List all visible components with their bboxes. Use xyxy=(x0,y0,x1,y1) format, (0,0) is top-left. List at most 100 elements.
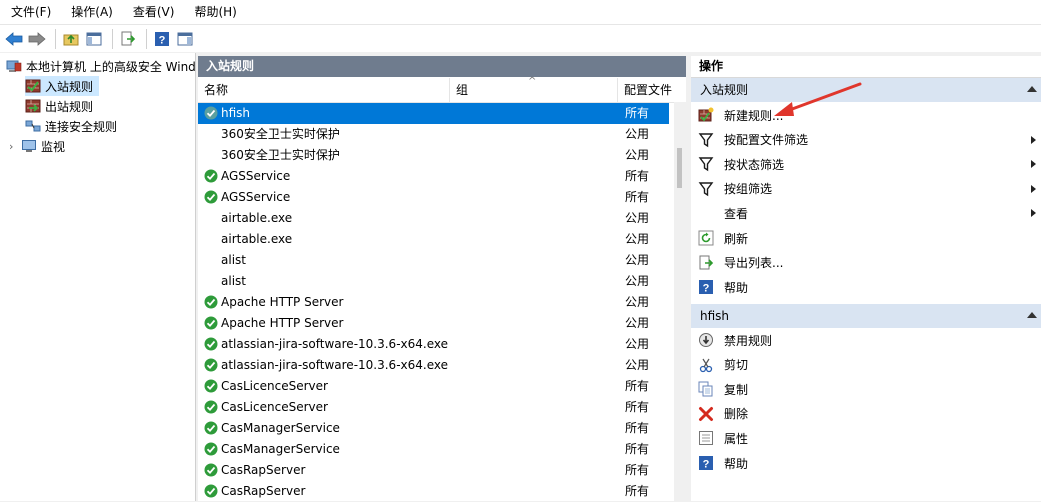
rule-enabled-check-icon xyxy=(204,400,218,414)
rule-profile: 公用 xyxy=(625,148,650,162)
up-folder-icon[interactable] xyxy=(61,29,81,49)
table-row[interactable]: AGSService 所有 xyxy=(198,166,669,187)
back-arrow-icon[interactable] xyxy=(4,29,24,49)
table-row[interactable]: airtable.exe 公用 xyxy=(198,208,669,229)
rule-profile: 所有 xyxy=(625,169,650,183)
show-hide-action-pane-icon[interactable] xyxy=(175,29,195,49)
rule-name: airtable.exe xyxy=(221,232,293,246)
svg-text:?: ? xyxy=(703,459,710,471)
rule-profile: 所有 xyxy=(625,106,650,120)
table-row[interactable]: alist 公用 xyxy=(198,271,669,292)
forward-arrow-icon[interactable] xyxy=(27,29,47,49)
collapse-icon[interactable] xyxy=(1027,312,1037,318)
column-header-name[interactable]: 名称 xyxy=(198,78,450,102)
expand-chevron-icon[interactable]: › xyxy=(9,140,21,153)
rule-name: 360安全卫士实时保护 xyxy=(221,148,340,162)
table-row[interactable]: CasManagerService 所有 xyxy=(198,439,669,460)
section-header-inbound-rules[interactable]: 入站规则 xyxy=(691,78,1041,102)
action-item[interactable]: ? 帮助 xyxy=(691,451,1041,475)
table-row[interactable]: 360安全卫士实时保护 公用 xyxy=(198,145,669,166)
rule-name: hfish xyxy=(221,106,251,120)
copy-icon xyxy=(698,381,714,397)
table-row[interactable]: atlassian-jira-software-10.3.6-x64.exe 公用 xyxy=(198,355,669,376)
rule-profile: 公用 xyxy=(625,211,650,225)
column-header-group[interactable]: 组 ^ xyxy=(450,76,618,102)
rule-name: alist xyxy=(221,253,246,267)
rule-name: airtable.exe xyxy=(221,211,293,225)
pane-title: 入站规则 xyxy=(198,56,686,77)
action-item[interactable]: 属性 xyxy=(691,426,1041,450)
action-label: 按状态筛选 xyxy=(724,157,785,172)
action-item[interactable]: 复制 xyxy=(691,377,1041,401)
rule-name: CasManagerService xyxy=(221,421,340,435)
table-row[interactable]: alist 公用 xyxy=(198,250,669,271)
menu-action[interactable]: 操作(A) xyxy=(60,0,122,24)
help-icon[interactable]: ? xyxy=(152,29,172,49)
action-item[interactable]: 查看 xyxy=(691,201,1041,225)
actions-title: 操作 xyxy=(691,56,1041,78)
vertical-scrollbar[interactable] xyxy=(674,102,686,501)
annotation-arrow-icon xyxy=(774,82,862,116)
table-row[interactable]: atlassian-jira-software-10.3.6-x64.exe 公用 xyxy=(198,334,669,355)
scrollbar-thumb[interactable] xyxy=(677,148,682,188)
action-item[interactable]: ? 帮助 xyxy=(691,275,1041,299)
action-label: 刷新 xyxy=(724,231,749,246)
table-row[interactable]: Apache HTTP Server 公用 xyxy=(198,292,669,313)
rule-name: Apache HTTP Server xyxy=(221,295,344,309)
table-row[interactable]: hfish 所有 xyxy=(198,103,669,124)
action-item[interactable]: 禁用规则 xyxy=(691,328,1041,352)
menu-view[interactable]: 查看(V) xyxy=(122,0,184,24)
menu-help[interactable]: 帮助(H) xyxy=(183,0,245,24)
refresh-icon xyxy=(698,230,714,246)
table-row[interactable]: 360安全卫士实时保护 公用 xyxy=(198,124,669,145)
tree-item-inbound-rules[interactable]: 入站规则 xyxy=(25,76,99,96)
properties-icon xyxy=(698,430,714,446)
table-row[interactable]: airtable.exe 公用 xyxy=(198,229,669,250)
action-item[interactable]: 删除 xyxy=(691,402,1041,426)
tree-item-monitoring[interactable]: › 监视 xyxy=(9,136,65,156)
tree-item-connection-security-rules[interactable]: 连接安全规则 xyxy=(25,116,117,136)
rule-name: CasLicenceServer xyxy=(221,379,328,393)
tree-item-outbound-rules[interactable]: 出站规则 xyxy=(25,96,93,116)
table-row[interactable]: CasLicenceServer 所有 xyxy=(198,376,669,397)
collapse-icon[interactable] xyxy=(1027,86,1037,92)
tree-root-label: 本地计算机 上的高级安全 Windows Defender 防火墙 xyxy=(26,59,195,74)
action-item[interactable]: 按组筛选 xyxy=(691,177,1041,201)
column-header-profile[interactable]: 配置文件 xyxy=(618,78,674,102)
rule-enabled-check-icon xyxy=(204,463,218,477)
rule-profile: 所有 xyxy=(625,442,650,456)
disable-rule-icon xyxy=(698,332,714,348)
monitoring-icon xyxy=(22,140,36,152)
action-item[interactable]: 导出列表... xyxy=(691,251,1041,275)
section-header-hfish[interactable]: hfish xyxy=(691,304,1041,328)
table-row[interactable]: CasManagerService 所有 xyxy=(198,418,669,439)
show-hide-tree-icon[interactable] xyxy=(84,29,104,49)
toolbar: ? xyxy=(0,24,1041,52)
rule-name: Apache HTTP Server xyxy=(221,316,344,330)
action-label: 复制 xyxy=(724,382,749,397)
new-rule-icon xyxy=(698,107,714,123)
table-row[interactable]: AGSService 所有 xyxy=(198,187,669,208)
table-row[interactable]: CasRapServer 所有 xyxy=(198,460,669,481)
table-row[interactable]: Apache HTTP Server 公用 xyxy=(198,313,669,334)
rule-enabled-check-icon xyxy=(204,442,218,456)
rule-profile: 公用 xyxy=(625,253,650,267)
tree-root-firewall[interactable]: 本地计算机 上的高级安全 Windows Defender 防火墙 xyxy=(6,56,195,76)
action-item[interactable]: 按状态筛选 xyxy=(691,152,1041,176)
export-list-icon[interactable] xyxy=(118,29,138,49)
action-item[interactable]: 刷新 xyxy=(691,226,1041,250)
menu-file[interactable]: 文件(F) xyxy=(0,0,60,24)
action-item[interactable]: 按配置文件筛选 xyxy=(691,128,1041,152)
rule-profile: 公用 xyxy=(625,295,650,309)
rule-profile: 所有 xyxy=(625,484,650,498)
table-row[interactable]: CasLicenceServer 所有 xyxy=(198,397,669,418)
rules-list-pane: 入站规则 名称 组 ^ 配置文件 hfish 所有 360安全卫士实时保护 公用 360… xyxy=(198,56,686,501)
action-item[interactable]: 新建规则... xyxy=(691,103,1041,127)
action-item[interactable]: 剪切 xyxy=(691,353,1041,377)
rule-name: atlassian-jira-software-10.3.6-x64.exe xyxy=(221,358,448,372)
table-row[interactable]: CasRapServer 所有 xyxy=(198,481,669,502)
navigation-tree: 本地计算机 上的高级安全 Windows Defender 防火墙 入站规则 出… xyxy=(0,53,196,501)
submenu-arrow-icon xyxy=(1031,135,1036,144)
cut-icon xyxy=(698,357,714,373)
rule-name: alist xyxy=(221,274,246,288)
